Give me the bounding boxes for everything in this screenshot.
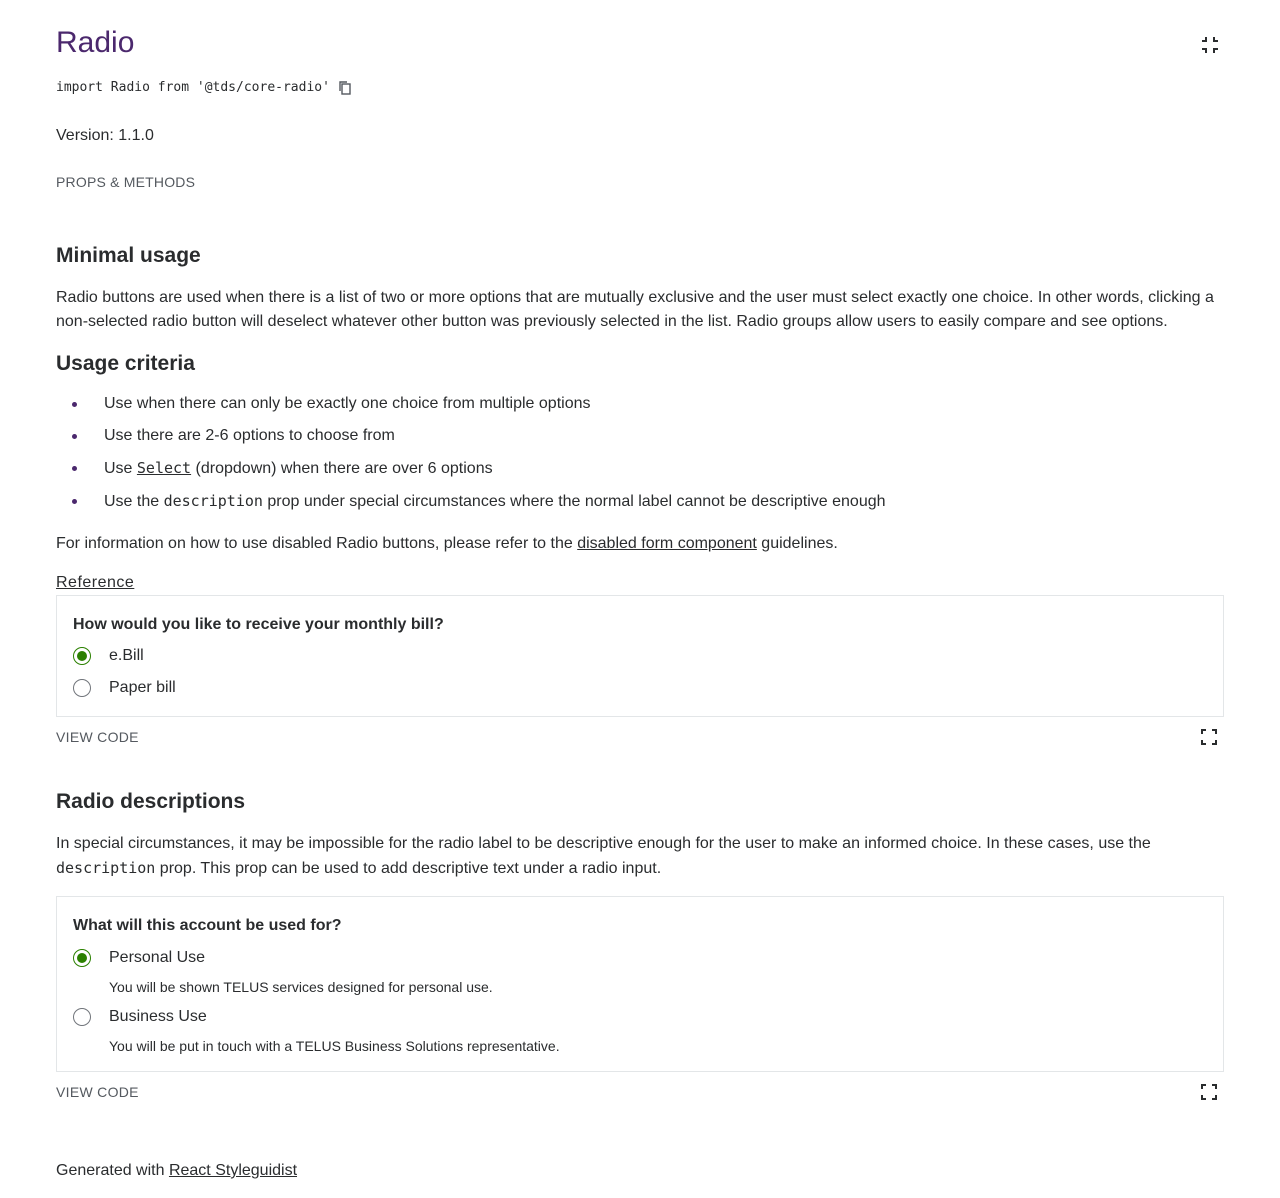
list-item-text: Use when there can only be exactly one c… — [104, 395, 591, 412]
radio-business-use[interactable]: Business Use — [73, 1005, 207, 1029]
collapse-icon[interactable] — [1201, 36, 1219, 54]
radio-descriptions-heading: Radio descriptions — [56, 790, 246, 813]
fieldset-legend: How would you like to receive your month… — [73, 616, 444, 633]
expand-icon[interactable] — [1201, 729, 1217, 745]
radio-descriptions-text-after: prop. This prop can be used to add descr… — [155, 860, 662, 877]
example-preview-bill: How would you like to receive your month… — [56, 595, 1224, 717]
radio-paper-bill[interactable]: Paper bill — [73, 676, 176, 700]
expand-icon[interactable] — [1201, 1084, 1217, 1100]
list-item-text-after: prop under special circumstances where t… — [262, 493, 886, 510]
page-title: Radio — [56, 26, 135, 59]
radio-unchecked-indicator[interactable] — [73, 679, 91, 697]
footer-text: Generated with — [56, 1162, 169, 1179]
list-item: Use there are 2-6 options to choose from — [56, 424, 1224, 448]
select-component-link[interactable]: Select — [136, 459, 192, 477]
list-item: Use the description prop under special c… — [56, 489, 1224, 514]
disabled-text-after: guidelines. — [756, 535, 838, 552]
usage-criteria-heading: Usage criteria — [56, 352, 195, 375]
radio-checked-indicator[interactable] — [73, 949, 91, 967]
radio-descriptions-text: In special circumstances, it may be impo… — [56, 832, 1224, 881]
list-item-text: Use there are 2-6 options to choose from — [104, 427, 395, 444]
list-item: Use when there can only be exactly one c… — [56, 392, 1224, 416]
import-statement: import Radio from '@tds/core-radio' — [56, 78, 352, 98]
usage-criteria-list: Use when there can only be exactly one c… — [56, 392, 1224, 522]
list-item-text-before: Use — [104, 460, 137, 477]
disabled-info-text: For information on how to use disabled R… — [56, 532, 1224, 556]
view-code-button[interactable]: VIEW CODE — [56, 727, 139, 747]
radio-label: Personal Use — [109, 949, 206, 966]
radio-label: Paper bill — [109, 679, 176, 696]
disabled-text-before: For information on how to use disabled R… — [56, 535, 578, 552]
radio-personal-use[interactable]: Personal Use — [73, 946, 205, 970]
minimal-usage-heading: Minimal usage — [56, 244, 201, 267]
list-item: Use Select (dropdown) when there are ove… — [56, 456, 1224, 481]
view-code-button[interactable]: VIEW CODE — [56, 1082, 139, 1102]
example-preview-account: What will this account be used for? Pers… — [56, 896, 1224, 1072]
radio-descriptions-text-before: In special circumstances, it may be impo… — [56, 835, 1151, 852]
version-text: Version: 1.1.0 — [56, 127, 154, 144]
radio-description: You will be put in touch with a TELUS Bu… — [109, 1038, 560, 1054]
description-code: description — [56, 859, 156, 877]
radio-ebill[interactable]: e.Bill — [73, 644, 144, 668]
radio-unchecked-indicator[interactable] — [73, 1008, 91, 1026]
list-item-text-after: (dropdown) when there are over 6 options — [191, 460, 493, 477]
disabled-form-component-link[interactable]: disabled form component — [577, 535, 757, 552]
radio-description: You will be shown TELUS services designe… — [109, 979, 493, 995]
footer: Generated with React Styleguidist — [56, 1159, 297, 1183]
react-styleguidist-link[interactable]: React Styleguidist — [169, 1162, 297, 1179]
description-code: description — [163, 492, 263, 510]
fieldset-legend: What will this account be used for? — [73, 917, 342, 934]
list-item-text-before: Use the — [104, 493, 164, 510]
minimal-usage-text: Radio buttons are used when there is a l… — [56, 289, 1214, 330]
radio-label: e.Bill — [109, 647, 144, 664]
radio-label: Business Use — [109, 1008, 207, 1025]
import-statement-text: import Radio from '@tds/core-radio' — [56, 80, 330, 95]
radio-checked-indicator[interactable] — [73, 647, 91, 665]
props-methods-link[interactable]: PROPS & METHODS — [56, 172, 195, 192]
select-code: Select — [136, 459, 192, 477]
reference-link[interactable]: Reference — [56, 573, 134, 593]
copy-icon[interactable] — [338, 80, 352, 96]
